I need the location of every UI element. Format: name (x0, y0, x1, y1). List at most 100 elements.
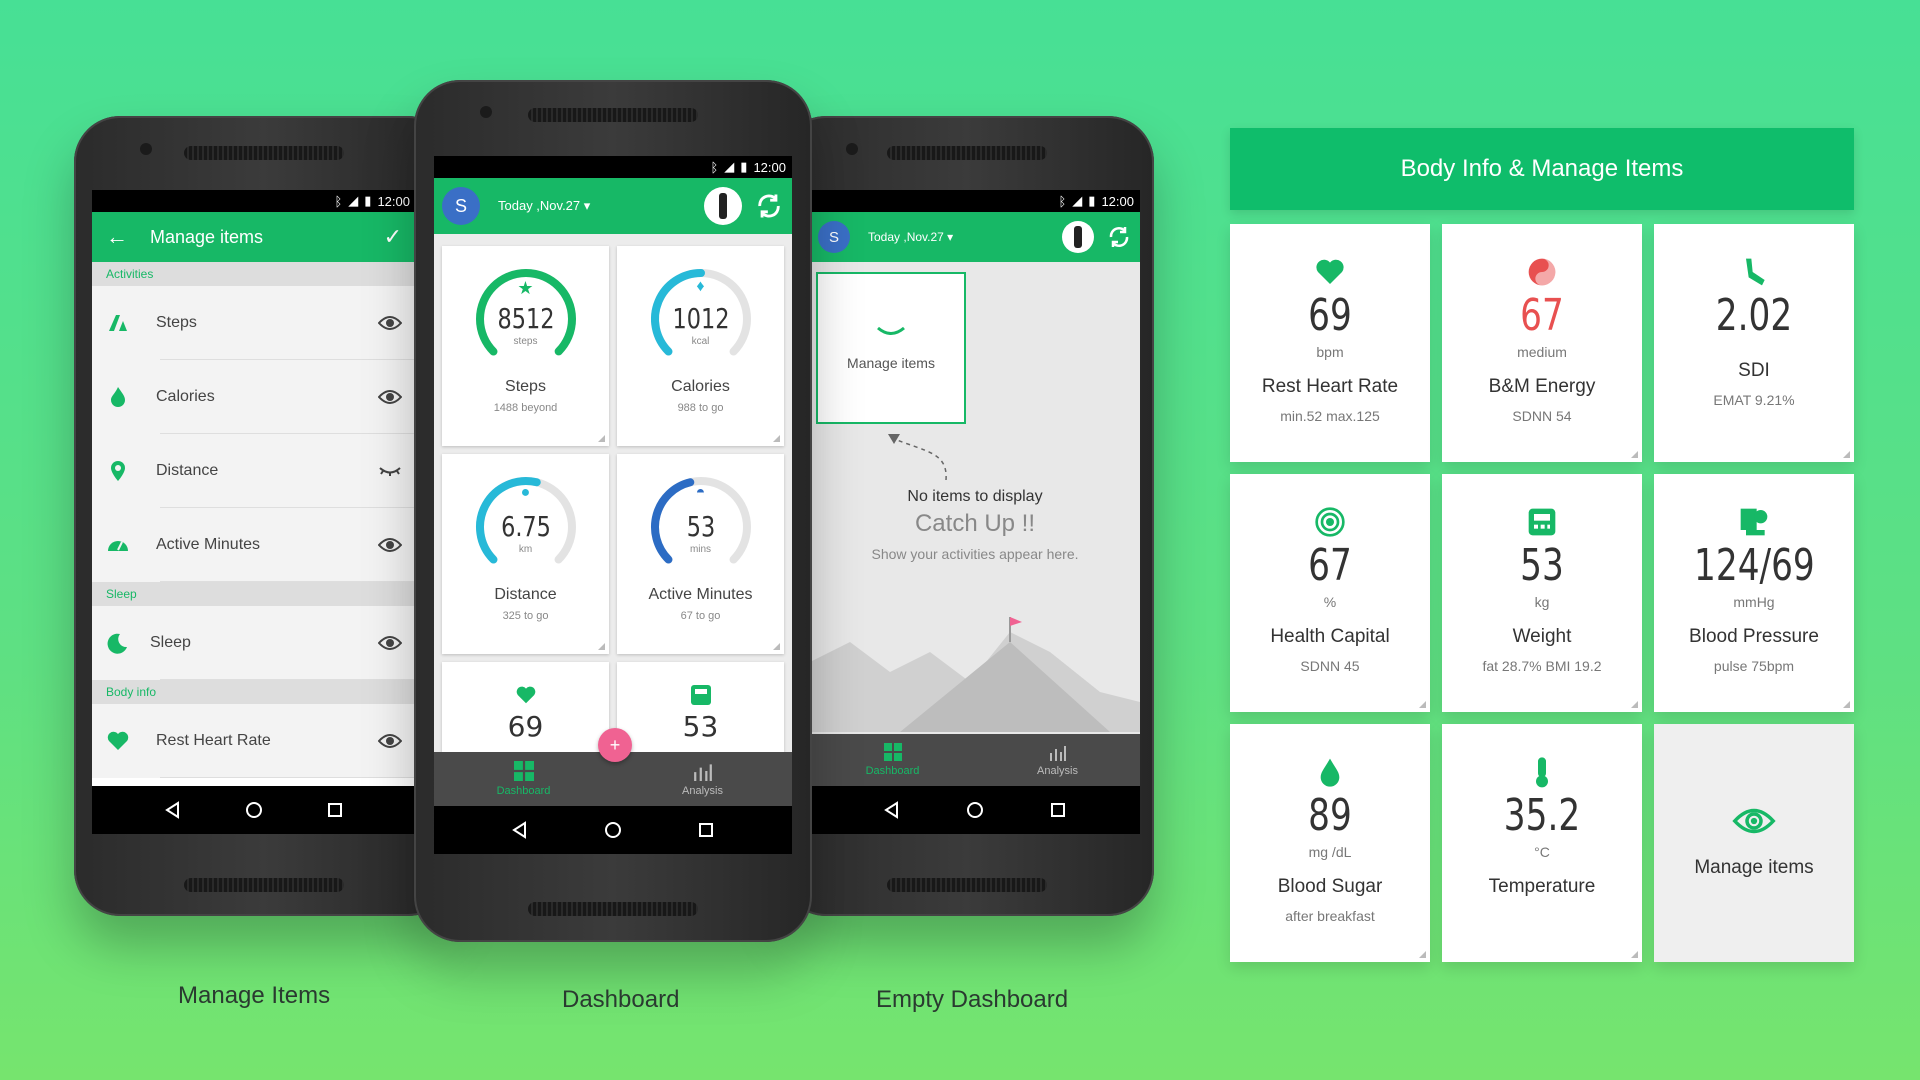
manage-item-sleep[interactable]: Sleep (92, 606, 416, 680)
tile-bm-energy[interactable]: 67 medium B&M Energy SDNN 54 (1442, 224, 1642, 462)
device-button[interactable] (1062, 221, 1094, 253)
tile-sub: pulse 75bpm (1713, 658, 1795, 674)
tile-name: SDI (1738, 360, 1770, 381)
eye-icon[interactable] (378, 635, 402, 651)
tile-temperature[interactable]: 35.2 °C Temperature (1442, 724, 1642, 962)
resize-corner (1843, 451, 1850, 458)
tab-label: Analysis (1037, 765, 1078, 777)
home-nav-icon[interactable] (965, 800, 985, 820)
manage-item-steps[interactable]: Steps (92, 286, 416, 360)
card-sub: 1488 beyond (493, 402, 558, 414)
card-name: Calories (671, 378, 730, 395)
tab-dashboard[interactable]: Dashboard (434, 752, 613, 806)
tile-health-capital[interactable]: 67 % Health Capital SDNN 45 (1230, 474, 1430, 712)
back-nav-icon[interactable] (510, 820, 530, 840)
resize-corner (1419, 951, 1426, 958)
status-bar: ᛒ ◢ ▮ 12:00 (434, 156, 792, 178)
home-nav-icon[interactable] (603, 820, 623, 840)
heart-rate-card-partial[interactable]: 69 (442, 662, 609, 752)
steps-card[interactable]: ★ 8512 steps Steps 1488 beyond (442, 246, 609, 446)
page-title: Manage items (150, 226, 264, 247)
status-time: 12:00 (1101, 193, 1134, 209)
earpiece (528, 108, 698, 122)
system-nav-bar (810, 786, 1140, 834)
tile-weight[interactable]: 53 kg Weight fat 28.7% BMI 19.2 (1442, 474, 1642, 712)
status-bar: ᛒ ◢ ▮ 12:00 (92, 190, 416, 212)
check-icon[interactable]: ✓ (384, 224, 402, 250)
back-nav-icon[interactable] (882, 800, 902, 820)
tile-sub: SDNN 45 (1300, 658, 1360, 674)
front-camera (140, 143, 152, 155)
weight-card-partial[interactable]: 53 (617, 662, 784, 752)
tab-dashboard[interactable]: Dashboard (810, 734, 975, 786)
manage-items-label: Manage items (1694, 857, 1814, 878)
recents-nav-icon[interactable] (325, 800, 345, 820)
front-camera (480, 106, 492, 118)
manage-item-label: Distance (156, 462, 219, 479)
tile-blood-pressure[interactable]: 124/69 mmHg Blood Pressure pulse 75bpm (1654, 474, 1854, 712)
device-button[interactable] (704, 187, 742, 225)
tile-name: Rest Heart Rate (1261, 376, 1399, 397)
status-time: 12:00 (377, 193, 410, 209)
system-nav-bar (434, 806, 792, 854)
eye-icon[interactable] (378, 315, 402, 331)
manage-item-label: Active Minutes (156, 536, 261, 553)
bp-icon (1740, 508, 1768, 536)
tile-rest-heart-rate[interactable]: 69 bpm Rest Heart Rate min.52 max.125 (1230, 224, 1430, 462)
scale-icon (1528, 508, 1556, 536)
manage-items-placeholder[interactable]: Manage items (816, 272, 966, 424)
avatar[interactable]: S (818, 221, 850, 253)
sync-icon[interactable] (1106, 224, 1132, 250)
tab-analysis[interactable]: Analysis (613, 752, 792, 806)
home-nav-icon[interactable] (244, 800, 264, 820)
bottom-speaker (528, 902, 698, 916)
resize-corner (773, 643, 780, 650)
date-selector[interactable]: Today ,Nov.27 ▾ (498, 198, 704, 214)
tile-manage-items[interactable]: Manage items (1654, 724, 1854, 962)
eye-icon[interactable] (378, 537, 402, 553)
eye-icon[interactable] (378, 389, 402, 405)
tab-analysis[interactable]: Analysis (975, 734, 1140, 786)
wifi-icon: ◢ (348, 193, 359, 208)
eye-icon[interactable] (378, 733, 402, 749)
tile-blood-sugar[interactable]: 89 mg /dL Blood Sugar after breakfast (1230, 724, 1430, 962)
sync-icon[interactable] (754, 191, 784, 221)
distance-card[interactable]: ● 6.75 km Distance 325 to go (442, 454, 609, 654)
manage-item-distance[interactable]: Distance (92, 434, 416, 508)
tile-name: Health Capital (1270, 626, 1390, 647)
back-nav-icon[interactable] (163, 800, 183, 820)
partial-value: 53 (682, 710, 719, 743)
distance-value: 6.75 (500, 510, 551, 543)
recents-nav-icon[interactable] (1048, 800, 1068, 820)
add-fab[interactable]: + (598, 728, 632, 762)
date-selector[interactable]: Today ,Nov.27 ▾ (868, 230, 1062, 244)
section-header-sleep: Sleep (92, 582, 416, 606)
card-name: Steps (505, 378, 546, 395)
resize-corner (1631, 951, 1638, 958)
foot-icon (1746, 258, 1765, 286)
active-minutes-value: 53 (686, 510, 715, 543)
avatar[interactable]: S (442, 187, 480, 225)
manage-item-calories[interactable]: Calories (92, 360, 416, 434)
calories-card[interactable]: ♦ 1012 kcal Calories 988 to go (617, 246, 784, 446)
back-arrow-icon[interactable]: ← (106, 224, 128, 250)
tile-value: 2.02 (1715, 290, 1793, 341)
resize-corner (598, 643, 605, 650)
manage-item-active-minutes[interactable]: Active Minutes (92, 508, 416, 582)
active-minutes-unit: mins (689, 544, 712, 555)
moon-icon (107, 633, 127, 654)
tile-value: 35.2 (1503, 790, 1581, 841)
recents-nav-icon[interactable] (696, 820, 716, 840)
tile-sdi[interactable]: 2.02 SDI EMAT 9.21% (1654, 224, 1854, 462)
tile-value: 69 (1308, 290, 1352, 341)
phone-dashboard: ᛒ ◢ ▮ 12:00 S Today ,Nov.27 ▾ ★ 8512 ste… (414, 80, 812, 942)
manage-item-rest-heart-rate[interactable]: Rest Heart Rate (92, 704, 416, 778)
active-minutes-card[interactable]: ◓ 53 mins Active Minutes 67 to go (617, 454, 784, 654)
partial-value: 69 (507, 710, 544, 743)
eye-closed-icon[interactable] (378, 463, 402, 479)
tile-sub: fat 28.7% BMI 19.2 (1482, 658, 1602, 674)
calories-unit: kcal (691, 336, 710, 347)
tile-unit: % (1323, 594, 1337, 610)
dashed-arrow (888, 434, 947, 481)
eye-icon (1732, 808, 1776, 834)
